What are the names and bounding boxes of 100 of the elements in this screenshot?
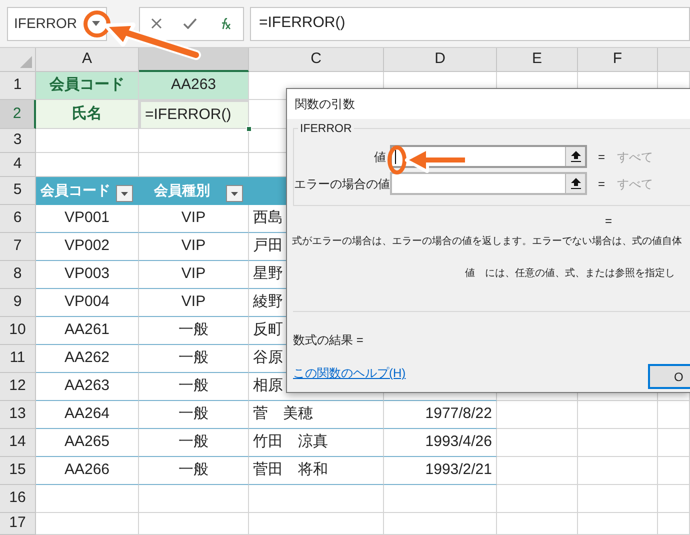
table-cell[interactable]: VIP (139, 289, 249, 317)
column-header[interactable]: F (578, 48, 658, 72)
table-cell[interactable]: 一般 (139, 345, 249, 373)
cancel-icon[interactable] (150, 18, 162, 29)
empty-cell[interactable] (578, 401, 658, 429)
empty-cell[interactable] (249, 485, 384, 513)
argument-label: エラーの場合の値 (294, 176, 390, 192)
table-cell[interactable]: VP004 (36, 289, 139, 317)
annotation-circle (387, 145, 407, 175)
column-header[interactable]: C (249, 48, 384, 72)
column-header[interactable]: D (384, 48, 497, 72)
collapse-dialog-button[interactable] (565, 174, 585, 193)
annotation-circle (83, 10, 111, 38)
empty-cell[interactable] (497, 513, 578, 535)
table-cell[interactable]: VP003 (36, 261, 139, 289)
function-description: 式がエラーの場合は、エラーの場合の値を返します。エラーでない場合は、式の値自体 (292, 236, 682, 247)
row-header[interactable]: 4 (0, 153, 36, 177)
header-label: 会員種別 (154, 181, 210, 200)
table-cell[interactable]: 1993/2/21 (384, 457, 497, 485)
table-cell[interactable]: VIP (139, 261, 249, 289)
empty-cell[interactable] (578, 457, 658, 485)
argument-name: 値 (465, 267, 475, 281)
table-cell[interactable]: 一般 (139, 429, 249, 457)
table-cell[interactable]: 1977/8/22 (384, 401, 497, 429)
row-header[interactable]: 12 (0, 373, 36, 401)
row-header[interactable]: 13 (0, 401, 36, 429)
empty-cell[interactable] (139, 129, 249, 153)
empty-cell[interactable] (384, 485, 497, 513)
table-cell[interactable]: AA263 (139, 72, 249, 100)
row-header[interactable]: 10 (0, 317, 36, 345)
ok-button[interactable]: O (648, 364, 690, 390)
row-header[interactable]: 11 (0, 345, 36, 373)
empty-cell[interactable] (497, 485, 578, 513)
filter-button[interactable] (226, 185, 243, 202)
empty-cell[interactable] (578, 513, 658, 535)
collapse-dialog-button[interactable] (565, 147, 585, 166)
row-header[interactable]: 3 (0, 129, 36, 153)
column-header[interactable]: E (497, 48, 578, 72)
dropdown-arrow-icon[interactable] (92, 21, 100, 26)
empty-cell[interactable] (658, 457, 690, 485)
row-header[interactable]: 16 (0, 485, 36, 513)
row-header[interactable]: 15 (0, 457, 36, 485)
empty-cell[interactable] (384, 513, 497, 535)
select-all-icon[interactable] (20, 56, 32, 68)
equals-sign: = (605, 214, 612, 228)
table-cell[interactable]: AA263 (36, 373, 139, 401)
dropdown-arrow-icon (121, 192, 128, 196)
empty-cell[interactable] (578, 485, 658, 513)
empty-cell[interactable] (249, 513, 384, 535)
row-header[interactable]: 1 (0, 72, 36, 100)
table-cell[interactable]: 一般 (139, 373, 249, 401)
row-header[interactable]: 8 (0, 261, 36, 289)
header-label: 会員コード (40, 181, 110, 200)
table-cell[interactable]: AA264 (36, 401, 139, 429)
table-cell[interactable]: 一般 (139, 317, 249, 345)
empty-cell[interactable] (658, 485, 690, 513)
table-cell[interactable]: 一般 (139, 401, 249, 429)
row-header[interactable]: 6 (0, 205, 36, 233)
table-cell[interactable]: VP001 (36, 205, 139, 233)
row-header[interactable]: 14 (0, 429, 36, 457)
empty-cell[interactable] (139, 513, 249, 535)
table-cell[interactable]: 菅 美穂 (249, 401, 384, 429)
empty-cell[interactable] (658, 513, 690, 535)
row-header[interactable]: 9 (0, 289, 36, 317)
empty-cell[interactable] (139, 485, 249, 513)
table-cell[interactable]: AA261 (36, 317, 139, 345)
empty-cell[interactable] (497, 401, 578, 429)
row-header[interactable]: 5 (0, 177, 36, 205)
table-cell[interactable]: 竹田 涼真 (249, 429, 384, 457)
table-cell[interactable]: =IFERROR() (139, 100, 249, 129)
filter-button[interactable] (116, 185, 133, 202)
dialog-title: 関数の引数 (295, 96, 355, 113)
table-cell[interactable]: 会員コード (36, 72, 139, 100)
table-cell[interactable]: VIP (139, 233, 249, 261)
table-cell[interactable]: 菅田 将和 (249, 457, 384, 485)
empty-cell[interactable] (497, 457, 578, 485)
table-cell[interactable]: 氏名 (36, 100, 139, 129)
table-cell[interactable]: AA265 (36, 429, 139, 457)
table-cell[interactable]: VIP (139, 205, 249, 233)
table-cell[interactable]: VP002 (36, 233, 139, 261)
row-header[interactable]: 7 (0, 233, 36, 261)
row-header[interactable]: 2 (0, 100, 36, 129)
row-header[interactable]: 17 (0, 513, 36, 535)
table-cell[interactable]: AA262 (36, 345, 139, 373)
fill-handle[interactable] (246, 126, 252, 132)
empty-cell[interactable] (658, 429, 690, 457)
check-icon[interactable] (182, 18, 197, 29)
empty-cell[interactable] (658, 401, 690, 429)
upload-arrow-icon (570, 178, 580, 189)
equals-sign: = (598, 148, 606, 166)
formula-input[interactable]: =IFERROR() (250, 6, 690, 40)
column-header[interactable]: A (36, 48, 139, 72)
table-cell[interactable]: 1993/4/26 (384, 429, 497, 457)
equals-sign: = (598, 176, 606, 192)
text-cursor (395, 150, 396, 164)
empty-cell[interactable] (497, 429, 578, 457)
empty-cell[interactable] (578, 429, 658, 457)
help-link[interactable]: この関数のヘルプ(H) (293, 364, 406, 382)
table-cell[interactable]: 一般 (139, 457, 249, 485)
table-cell[interactable]: AA266 (36, 457, 139, 485)
